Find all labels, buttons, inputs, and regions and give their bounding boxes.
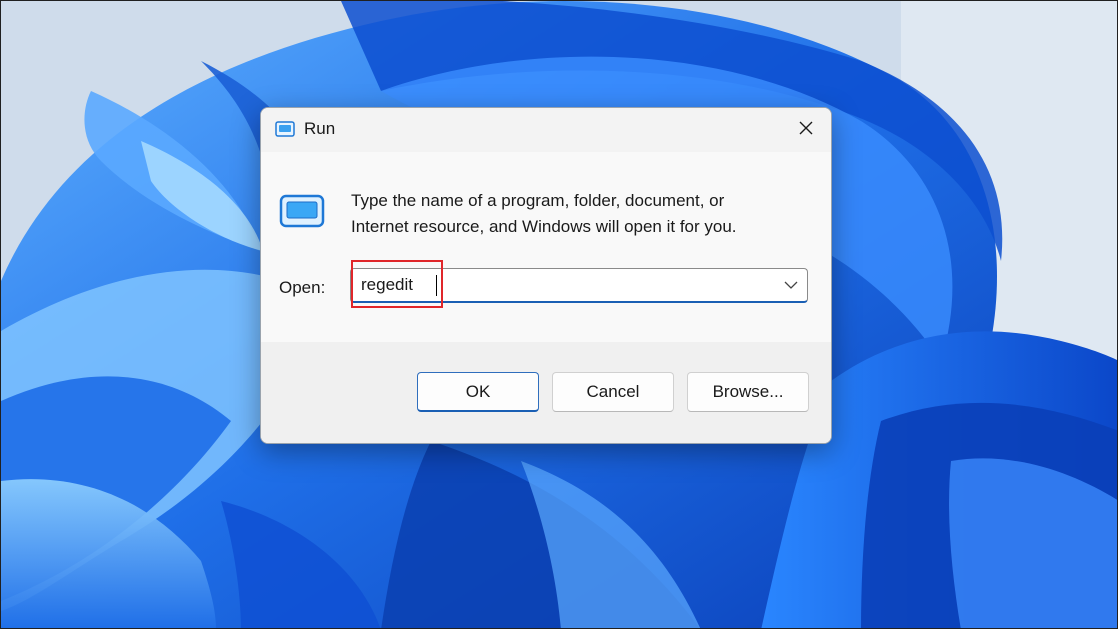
dialog-description: Type the name of a program, folder, docu…	[351, 188, 811, 240]
highlight-annotation	[351, 260, 443, 308]
open-label: Open:	[279, 278, 326, 297]
close-icon	[798, 120, 814, 141]
chevron-down-icon[interactable]	[783, 278, 799, 292]
run-dialog: Run Type the name of a program, folder, …	[260, 107, 832, 444]
description-line-1: Type the name of a program, folder, docu…	[351, 191, 725, 210]
dialog-content: Type the name of a program, folder, docu…	[261, 152, 831, 342]
run-app-icon	[275, 121, 295, 137]
dialog-title: Run	[304, 119, 336, 138]
browse-button[interactable]: Browse...	[687, 372, 809, 412]
description-line-2: Internet resource, and Windows will open…	[351, 217, 737, 236]
cancel-button[interactable]: Cancel	[552, 372, 674, 412]
run-app-icon	[279, 194, 325, 228]
dialog-footer: OK Cancel Browse...	[261, 342, 831, 443]
title-bar: Run	[261, 108, 831, 152]
screenshot-frame: Run Type the name of a program, folder, …	[0, 0, 1118, 629]
close-button[interactable]	[781, 108, 831, 152]
ok-button[interactable]: OK	[417, 372, 539, 412]
